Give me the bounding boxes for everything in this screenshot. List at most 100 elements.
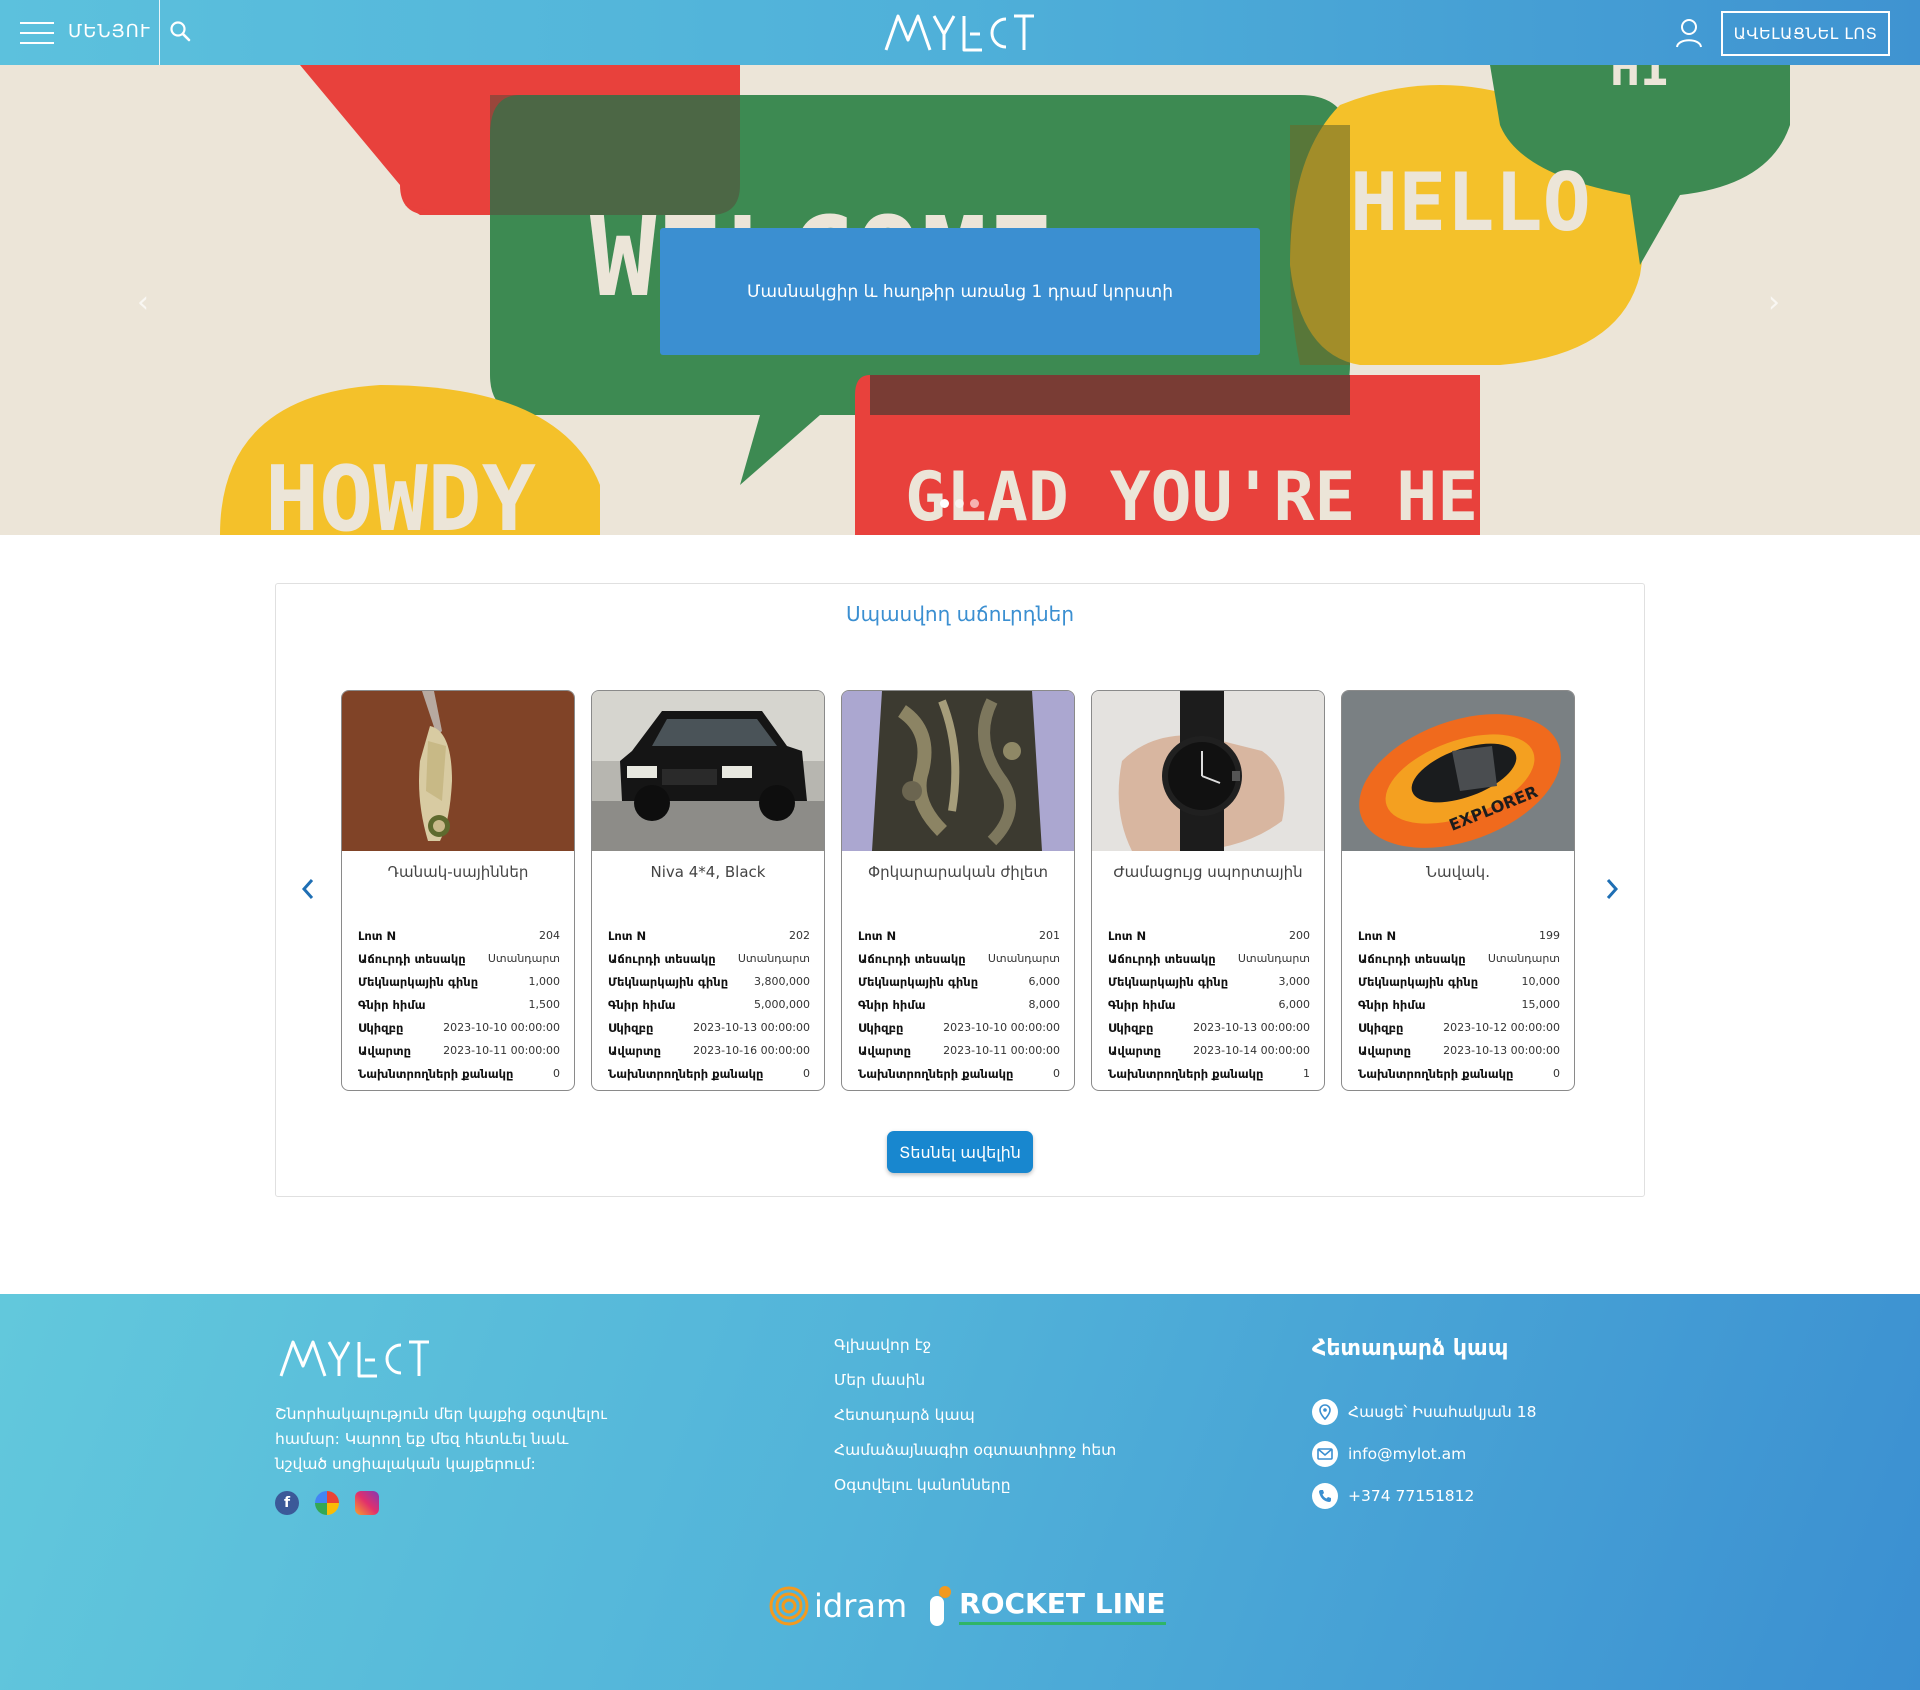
start-price-label: Մեկնարկային գինը	[358, 974, 479, 989]
google-icon[interactable]	[315, 1491, 339, 1515]
type-label: Աճուրդի տեսակը	[608, 951, 716, 966]
buy-now-value: 6,000	[1278, 998, 1311, 1011]
footer-link-contact[interactable]: Հետադարձ կապ	[834, 1406, 1116, 1441]
lot-label: Լոտ N	[358, 928, 397, 943]
start-price-label: Մեկնարկային գինը	[858, 974, 979, 989]
footer-link-about[interactable]: Մեր մասին	[834, 1371, 1116, 1406]
auction-card[interactable]: EXPLORER Նավակ. Լոտ N 199 Աճուրդի տեսակը Ս…	[1341, 690, 1575, 1091]
auction-card[interactable]: Դանակ-սայիններ Լոտ N 204 Աճուրդի տեսակը Ստ…	[341, 690, 575, 1091]
type-label: Աճուրդի տեսակը	[858, 951, 966, 966]
contact-address: Հասցե՝ Իսահակյան 18	[1312, 1391, 1536, 1433]
buy-now-value: 15,000	[1521, 998, 1561, 1011]
card-title: Niva 4*4, Black	[650, 863, 766, 881]
hero-cta-button[interactable]: Մասնակցիր և հաղթիր առանց 1 դրամ կորստի	[660, 228, 1260, 355]
auction-card[interactable]: Ժամացույց սպորտային Լոտ N 200 Աճուրդի տես…	[1091, 690, 1325, 1091]
lot-value: 204	[539, 929, 560, 942]
favorites-label: Նախնտրողների քանակը	[858, 1066, 1014, 1081]
type-value: Ստանդարտ	[737, 952, 810, 965]
buy-now-label: Գնիր հիմա	[358, 997, 426, 1012]
watch-image	[1092, 691, 1324, 851]
start-label: Սկիզբը	[1358, 1020, 1404, 1035]
start-label: Սկիզբը	[358, 1020, 404, 1035]
end-value: 2023-10-14 00:00:00	[1193, 1044, 1310, 1057]
rocket-line-icon	[930, 1586, 952, 1626]
top-header: ՄԵՆՅՈՒ ԱՎԵԼԱՑՆԵԼ ԼՈՏ	[0, 0, 1920, 65]
site-logo[interactable]	[884, 10, 1036, 54]
slide-dot[interactable]	[940, 499, 949, 508]
menu-button[interactable]: ՄԵՆՅՈՒ	[0, 0, 160, 65]
hamburger-icon	[20, 22, 54, 44]
lot-label: Լոտ N	[1108, 928, 1147, 943]
buy-now-value: 8,000	[1028, 998, 1061, 1011]
idram-logo[interactable]: idram	[768, 1585, 907, 1627]
footer-logo[interactable]	[275, 1336, 435, 1380]
favorites-value: 1	[1303, 1067, 1310, 1080]
start-value: 2023-10-12 00:00:00	[1443, 1021, 1560, 1034]
favorites-value: 0	[1553, 1067, 1560, 1080]
card-title: Նավակ.	[1426, 863, 1490, 881]
start-price-value: 6,000	[1028, 975, 1061, 988]
favorites-label: Նախնտրողների քանակը	[358, 1066, 514, 1081]
lot-value: 201	[1039, 929, 1060, 942]
card-title: Ժամացույց սպորտային	[1113, 863, 1303, 881]
add-lot-button[interactable]: ԱՎԵԼԱՑՆԵԼ ԼՈՏ	[1721, 11, 1890, 56]
hero-prev-icon[interactable]: ‹	[137, 285, 149, 320]
lot-label: Լոտ N	[1358, 928, 1397, 943]
lot-label: Լոտ N	[608, 928, 647, 943]
buy-now-value: 5,000,000	[754, 998, 810, 1011]
start-price-value: 3,000	[1278, 975, 1311, 988]
header-divider	[159, 0, 160, 65]
buy-now-label: Գնիր հիմա	[1358, 997, 1426, 1012]
search-icon[interactable]	[168, 19, 194, 45]
start-value: 2023-10-13 00:00:00	[693, 1021, 810, 1034]
footer-link-rules[interactable]: Օգտվելու կանոնները	[834, 1476, 1116, 1511]
start-price-value: 1,000	[528, 975, 561, 988]
buy-now-label: Գնիր հիմա	[858, 997, 926, 1012]
instagram-icon[interactable]	[355, 1491, 379, 1515]
type-value: Ստանդարտ	[1237, 952, 1310, 965]
menu-label: ՄԵՆՅՈՒ	[68, 21, 151, 42]
type-label: Աճուրդի տեսակը	[1358, 951, 1466, 966]
end-value: 2023-10-16 00:00:00	[693, 1044, 810, 1057]
banner-word-howdy: HOWDY	[265, 447, 536, 535]
boat-image: EXPLORER	[1342, 691, 1574, 851]
auction-card[interactable]: Փրկարարական ժիլետ Լոտ N 201 Աճուրդի տեսակ…	[841, 690, 1075, 1091]
buy-now-label: Գնիր հիմա	[1108, 997, 1176, 1012]
auction-card[interactable]: Niva 4*4, Black Լոտ N 202 Աճուրդի տեսակը Ս…	[591, 690, 825, 1091]
user-icon[interactable]	[1674, 17, 1704, 49]
carousel-next-icon[interactable]	[1602, 874, 1622, 904]
slide-dot[interactable]	[970, 499, 979, 508]
contact-phone[interactable]: +374 77151812	[1312, 1475, 1536, 1517]
type-value: Ստանդարտ	[987, 952, 1060, 965]
email-text[interactable]: info@mylot.am	[1348, 1445, 1466, 1463]
lot-value: 202	[789, 929, 810, 942]
lot-value: 200	[1289, 929, 1310, 942]
footer-link-home[interactable]: Գլխավոր էջ	[834, 1336, 1116, 1371]
slide-dot[interactable]	[955, 499, 964, 508]
end-value: 2023-10-13 00:00:00	[1443, 1044, 1560, 1057]
envelope-icon	[1312, 1441, 1338, 1467]
start-label: Սկիզբը	[608, 1020, 654, 1035]
start-price-label: Մեկնարկային գինը	[1358, 974, 1479, 989]
carousel-prev-icon[interactable]	[298, 874, 318, 904]
hero-next-icon[interactable]: ›	[1768, 285, 1780, 320]
rocket-line-logo[interactable]: ROCKET LINE	[927, 1584, 1166, 1628]
end-label: Ավարտը	[358, 1043, 412, 1058]
footer-link-agreement[interactable]: Համաձայնագիր օգտատիրոջ հետ	[834, 1441, 1116, 1476]
start-value: 2023-10-10 00:00:00	[443, 1021, 560, 1034]
end-value: 2023-10-11 00:00:00	[943, 1044, 1060, 1057]
footer-description: Շնորհակալություն մեր կայքից օգտվելու համ…	[275, 1405, 607, 1473]
address-text: Հասցե՝ Իսահակյան 18	[1348, 1403, 1537, 1421]
phone-text[interactable]: +374 77151812	[1348, 1487, 1474, 1505]
favorites-label: Նախնտրողների քանակը	[1108, 1066, 1264, 1081]
buy-now-value: 1,500	[528, 998, 561, 1011]
site-footer: Շնորհակալություն մեր կայքից օգտվելու համ…	[0, 1294, 1920, 1690]
contact-email[interactable]: info@mylot.am	[1312, 1433, 1536, 1475]
start-label: Սկիզբը	[1108, 1020, 1154, 1035]
facebook-icon[interactable]: f	[275, 1491, 299, 1515]
see-more-button[interactable]: Տեսնել ավելին	[887, 1131, 1033, 1173]
card-title: Դանակ-սայիններ	[387, 863, 529, 881]
lot-value: 199	[1539, 929, 1560, 942]
favorites-label: Նախնտրողների քանակը	[1358, 1066, 1514, 1081]
start-price-label: Մեկնարկային գինը	[1108, 974, 1229, 989]
